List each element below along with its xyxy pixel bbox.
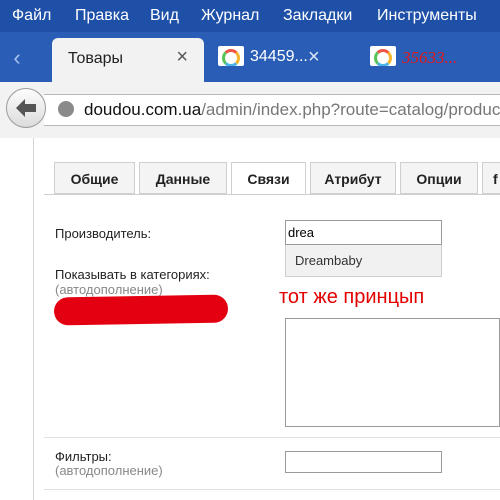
tabs-divider xyxy=(44,194,500,195)
browser-tab-label: 35633... xyxy=(402,48,458,67)
tab-data[interactable]: Данные xyxy=(139,162,227,194)
tab-links[interactable]: Связи xyxy=(231,162,306,195)
menu-edit[interactable]: Правка xyxy=(75,7,129,25)
row-divider xyxy=(44,489,500,490)
browser-tab-label: Товары xyxy=(68,50,124,67)
menu-tools[interactable]: Инструменты xyxy=(377,7,477,25)
menu-history[interactable]: Журнал xyxy=(201,7,259,25)
categories-box[interactable] xyxy=(285,318,500,427)
site-favicon-icon xyxy=(370,46,396,66)
red-scribble xyxy=(53,294,229,326)
url-host: doudou.com.ua xyxy=(84,100,202,119)
filters-hint: (автодополнение) xyxy=(55,463,163,478)
menu-bookmarks[interactable]: Закладки xyxy=(283,7,352,25)
back-button[interactable] xyxy=(6,88,46,128)
categories-label: Показывать в категориях: xyxy=(55,267,210,282)
browser-tab[interactable]: 35633... xyxy=(360,38,500,82)
menu-view[interactable]: Вид xyxy=(150,7,179,25)
navigation-toolbar: doudou.com.ua/admin/index.php?route=cata… xyxy=(0,82,500,139)
page-divider xyxy=(33,138,34,500)
url-path: /admin/index.php?route=catalog/produc xyxy=(201,100,500,119)
browser-tab-active[interactable]: Товары × xyxy=(52,38,204,82)
manufacturer-label: Производитель: xyxy=(55,226,152,241)
manufacturer-input[interactable] xyxy=(285,220,442,245)
site-favicon-icon xyxy=(218,46,244,66)
tab-attribute[interactable]: Атрибут xyxy=(310,162,396,194)
url-text: doudou.com.ua/admin/index.php?route=cata… xyxy=(84,100,500,120)
tab-options[interactable]: Опции xyxy=(400,162,478,194)
menu-file[interactable]: Файл xyxy=(12,7,51,25)
browser-tab[interactable]: 34459... × xyxy=(208,38,353,82)
globe-icon xyxy=(58,101,74,117)
tab-general[interactable]: Общие xyxy=(54,162,135,194)
filters-input[interactable] xyxy=(285,451,442,473)
filters-label: Фильтры: xyxy=(55,449,112,464)
scroll-tabs-left-icon[interactable]: ‹ xyxy=(0,36,34,80)
close-tab-icon[interactable]: × xyxy=(308,46,320,69)
tab-more[interactable]: f xyxy=(482,162,500,194)
menu-bar: Файл Правка Вид Журнал Закладки Инструме… xyxy=(0,0,500,32)
close-tab-icon[interactable]: × xyxy=(176,46,188,69)
autocomplete-option[interactable]: Dreambaby xyxy=(285,245,442,277)
row-divider xyxy=(44,437,500,438)
back-arrow-icon xyxy=(16,99,36,117)
url-field[interactable]: doudou.com.ua/admin/index.php?route=cata… xyxy=(44,94,500,126)
categories-hint: (автодополнение) xyxy=(55,282,163,297)
annotation-text: тот же принцып xyxy=(279,286,425,308)
browser-tab-label: 34459... xyxy=(250,48,308,65)
